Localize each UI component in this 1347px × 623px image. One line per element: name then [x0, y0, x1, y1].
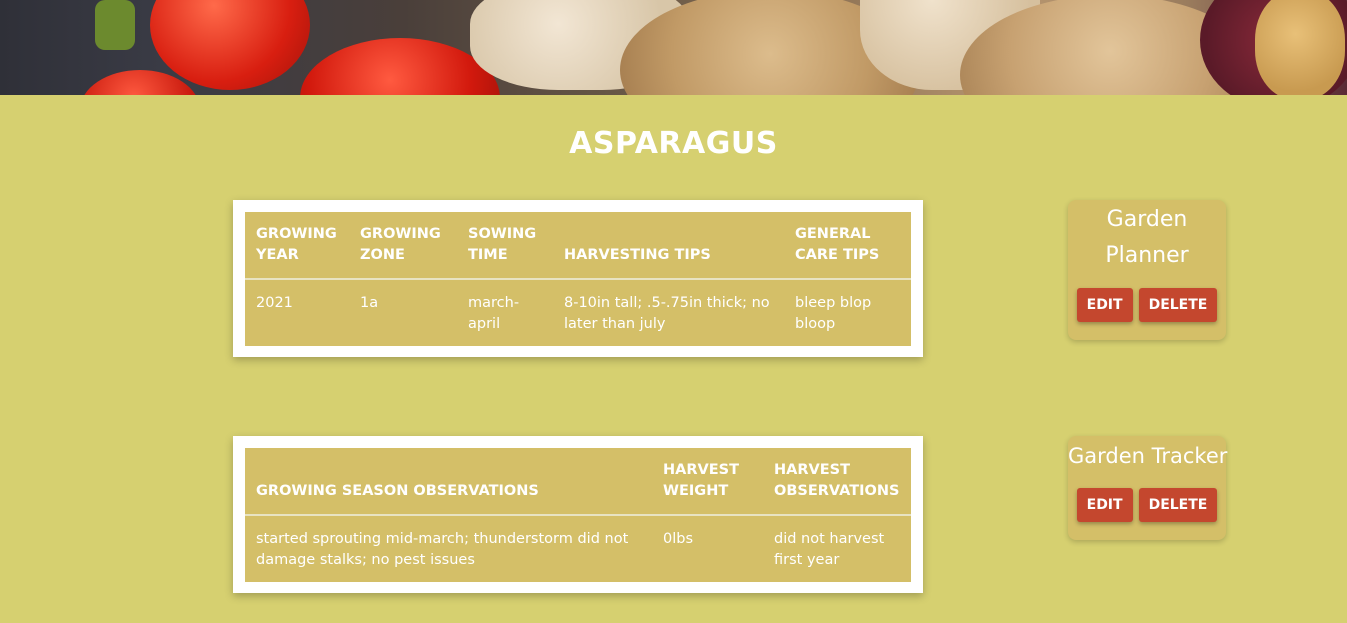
- planting-info-table: GROWING YEAR GROWING ZONE SOWING TIME HA…: [245, 212, 911, 346]
- garden-tracker-panel: Garden Tracker EDIT DELETE: [1068, 436, 1228, 540]
- garden-planner-actions: EDIT DELETE: [1068, 288, 1226, 322]
- cell-growing-season-observations: started sprouting mid-march; thunderstor…: [256, 531, 629, 568]
- garden-planner-panel: Garden Planner EDIT DELETE: [1068, 200, 1226, 340]
- page-title: ASPARAGUS: [569, 126, 778, 161]
- cell-growing-zone: 1a: [360, 295, 379, 311]
- column-header-growing-zone: GROWING ZONE: [349, 212, 457, 280]
- column-header-harvest-observations: HARVEST OBSERVATIONS: [763, 448, 911, 516]
- tracker-info-table: GROWING SEASON OBSERVATIONS HARVEST WEIG…: [245, 448, 911, 582]
- cell-growing-year: 2021: [256, 295, 293, 311]
- table-row: 2021 1a march-april 8-10in tall; .5-.75i…: [245, 279, 911, 346]
- planner-delete-button[interactable]: DELETE: [1138, 288, 1218, 322]
- table-header-row: GROWING YEAR GROWING ZONE SOWING TIME HA…: [245, 212, 911, 280]
- column-header-general-care-tips: GENERAL CARE TIPS: [784, 212, 911, 280]
- column-header-growing-year: GROWING YEAR: [245, 212, 349, 280]
- cell-harvesting-tips: 8-10in tall; .5-.75in thick; no later th…: [564, 295, 770, 332]
- cell-sowing-time: march-april: [468, 295, 520, 332]
- hero-banner-image: [0, 0, 1347, 95]
- tracker-delete-button[interactable]: DELETE: [1138, 488, 1218, 522]
- column-header-sowing-time: SOWING TIME: [457, 212, 553, 280]
- cell-harvest-weight: 0lbs: [663, 531, 694, 547]
- planting-info-card: GROWING YEAR GROWING ZONE SOWING TIME HA…: [233, 200, 923, 357]
- column-header-growing-season-observations: GROWING SEASON OBSERVATIONS: [245, 448, 652, 516]
- tracker-edit-button[interactable]: EDIT: [1076, 488, 1133, 522]
- column-header-harvest-weight: HARVEST WEIGHT: [652, 448, 763, 516]
- planner-edit-button[interactable]: EDIT: [1076, 288, 1133, 322]
- garden-planner-title: Garden Planner: [1105, 207, 1189, 268]
- cell-harvest-observations: did not harvest first year: [774, 531, 885, 568]
- tracker-info-card: GROWING SEASON OBSERVATIONS HARVEST WEIG…: [233, 436, 923, 593]
- garden-tracker-title: Garden Tracker: [1068, 444, 1228, 468]
- garden-tracker-actions: EDIT DELETE: [1068, 488, 1226, 522]
- cell-general-care-tips: bleep blop bloop: [795, 295, 872, 332]
- table-header-row: GROWING SEASON OBSERVATIONS HARVEST WEIG…: [245, 448, 911, 516]
- column-header-harvesting-tips: HARVESTING TIPS: [553, 212, 784, 280]
- table-row: started sprouting mid-march; thunderstor…: [245, 515, 911, 582]
